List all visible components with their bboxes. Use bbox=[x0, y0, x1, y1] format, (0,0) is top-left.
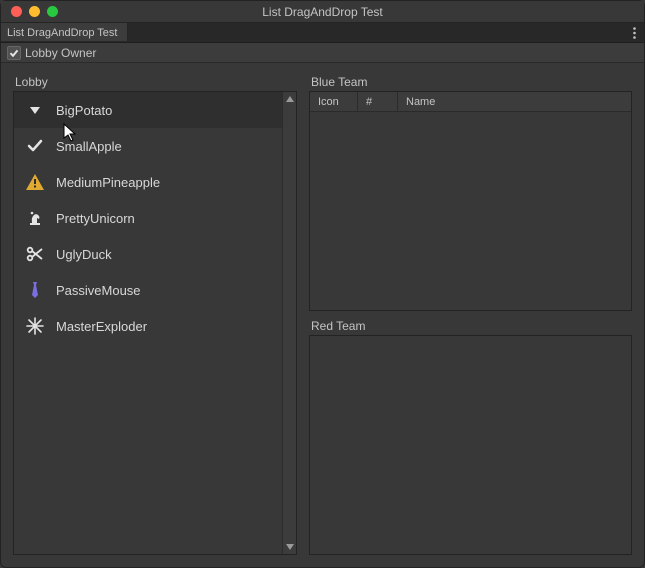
list-item[interactable]: UglyDuck bbox=[14, 236, 282, 272]
red-team-box[interactable] bbox=[309, 335, 632, 555]
red-team-panel: Red Team bbox=[309, 319, 632, 555]
teams-column: Blue Team Icon # Name Red Team bbox=[309, 75, 632, 555]
window-title: List DragAndDrop Test bbox=[1, 5, 644, 19]
blue-team-box[interactable]: Icon # Name bbox=[309, 91, 632, 311]
list-item-label: BigPotato bbox=[56, 103, 112, 118]
lobby-owner-checkbox[interactable] bbox=[7, 46, 21, 60]
check-icon bbox=[9, 48, 19, 58]
blue-team-panel: Blue Team Icon # Name bbox=[309, 75, 632, 311]
tab-list-drag-and-drop-test[interactable]: List DragAndDrop Test bbox=[1, 23, 128, 41]
tab-menu-button[interactable] bbox=[624, 23, 644, 42]
chess-icon bbox=[24, 207, 46, 229]
minimize-window-button[interactable] bbox=[29, 6, 40, 17]
tie-icon bbox=[24, 279, 46, 301]
caret-down-icon bbox=[24, 99, 46, 121]
content-area: Lobby BigPotato SmallApple MediumPineapple… bbox=[1, 63, 644, 567]
lobby-owner-label: Lobby Owner bbox=[25, 46, 96, 60]
scroll-down-button[interactable] bbox=[283, 540, 296, 554]
tabstrip: List DragAndDrop Test bbox=[1, 23, 644, 43]
list-item[interactable]: PrettyUnicorn bbox=[14, 200, 282, 236]
scroll-up-button[interactable] bbox=[283, 92, 296, 106]
lobby-panel: BigPotato SmallApple MediumPineapple Pretty… bbox=[13, 91, 297, 555]
window-controls bbox=[1, 6, 58, 17]
list-item-label: MasterExploder bbox=[56, 319, 147, 334]
column-header-name[interactable]: Name bbox=[398, 92, 631, 111]
warning-icon bbox=[24, 171, 46, 193]
blue-team-label: Blue Team bbox=[309, 75, 632, 89]
list-item-label: MediumPineapple bbox=[56, 175, 160, 190]
red-team-label: Red Team bbox=[309, 319, 632, 333]
lobby-list[interactable]: BigPotato SmallApple MediumPineapple Pretty… bbox=[14, 92, 282, 554]
list-item[interactable]: MediumPineapple bbox=[14, 164, 282, 200]
check-icon bbox=[24, 135, 46, 157]
titlebar: List DragAndDrop Test bbox=[1, 1, 644, 23]
tab-label: List DragAndDrop Test bbox=[7, 27, 117, 39]
list-item-label: PrettyUnicorn bbox=[56, 211, 135, 226]
list-item-label: UglyDuck bbox=[56, 247, 112, 262]
column-header-icon[interactable]: Icon bbox=[310, 92, 358, 111]
list-item[interactable]: PassiveMouse bbox=[14, 272, 282, 308]
kebab-icon bbox=[633, 27, 636, 39]
list-item[interactable]: BigPotato bbox=[14, 92, 282, 128]
snowflake-icon bbox=[24, 315, 46, 337]
list-item-label: PassiveMouse bbox=[56, 283, 141, 298]
list-item[interactable]: MasterExploder bbox=[14, 308, 282, 344]
list-item-label: SmallApple bbox=[56, 139, 122, 154]
zoom-window-button[interactable] bbox=[47, 6, 58, 17]
blue-team-table-header: Icon # Name bbox=[310, 92, 631, 112]
toolbar: Lobby Owner bbox=[1, 43, 644, 63]
lobby-scrollbar[interactable] bbox=[282, 92, 296, 554]
list-item[interactable]: SmallApple bbox=[14, 128, 282, 164]
snip-icon bbox=[24, 243, 46, 265]
close-window-button[interactable] bbox=[11, 6, 22, 17]
lobby-column: Lobby BigPotato SmallApple MediumPineapple… bbox=[13, 75, 297, 555]
lobby-label: Lobby bbox=[13, 75, 297, 89]
column-header-number[interactable]: # bbox=[358, 92, 398, 111]
